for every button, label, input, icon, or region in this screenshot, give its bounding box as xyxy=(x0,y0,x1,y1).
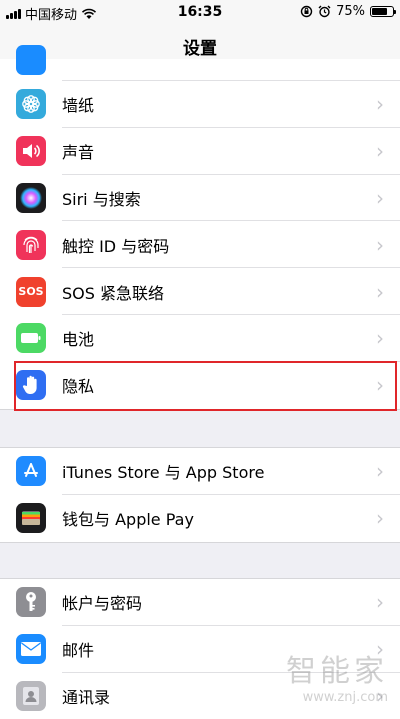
partial-row-icon xyxy=(16,45,46,75)
chevron-right-icon: › xyxy=(376,232,384,257)
status-right: 75% xyxy=(300,4,396,19)
settings-row-wallet[interactable]: 钱包与 Apple Pay › xyxy=(0,495,400,542)
hand-icon xyxy=(16,370,46,401)
settings-row-battery[interactable]: 电池 › xyxy=(0,315,400,362)
settings-row-label: 触控 ID 与密码 xyxy=(62,236,170,256)
settings-row-mail[interactable]: 邮件 › xyxy=(0,626,400,673)
settings-row-privacy[interactable]: 隐私 › xyxy=(0,362,400,409)
settings-row-sos[interactable]: SOS SOS 紧急联络 › xyxy=(0,268,400,315)
settings-group-personal: 墙纸 › 声音 › Siri 与搜索 › 触控 ID 与密码 › SOS SOS… xyxy=(0,45,400,410)
settings-row-accounts-passwords[interactable]: 帐户与密码 › xyxy=(0,579,400,626)
settings-group-accounts: 帐户与密码 › 邮件 › 通讯录 › xyxy=(0,578,400,719)
settings-row-siri[interactable]: Siri 与搜索 › xyxy=(0,175,400,222)
key-icon xyxy=(16,587,46,618)
chevron-right-icon: › xyxy=(376,92,384,117)
orientation-lock-icon xyxy=(300,5,313,18)
settings-row-label: 隐私 xyxy=(62,377,95,397)
chevron-right-icon: › xyxy=(376,637,384,662)
chevron-right-icon: › xyxy=(376,279,384,304)
contacts-icon xyxy=(16,680,46,711)
battery-icon xyxy=(370,6,396,17)
battery-percent: 75% xyxy=(336,4,365,19)
chevron-right-icon: › xyxy=(376,326,384,351)
battery-setting-icon xyxy=(16,323,46,354)
settings-row-sounds[interactable]: 声音 › xyxy=(0,128,400,175)
chevron-right-icon: › xyxy=(376,185,384,210)
chevron-right-icon: › xyxy=(376,683,384,708)
settings-row-contacts[interactable]: 通讯录 › xyxy=(0,673,400,719)
wallet-icon xyxy=(16,503,46,534)
settings-row-label: 通讯录 xyxy=(62,687,111,707)
status-bar: 中国移动 16:35 75% xyxy=(0,0,400,24)
settings-row-label: 声音 xyxy=(62,143,95,163)
chevron-right-icon: › xyxy=(376,139,384,164)
fingerprint-icon xyxy=(16,229,46,260)
speaker-icon xyxy=(16,136,46,167)
wallpaper-icon xyxy=(16,89,46,120)
sos-icon: SOS xyxy=(16,276,46,307)
settings-row-wallpaper[interactable]: 墙纸 › xyxy=(0,81,400,128)
settings-group-stores: iTunes Store 与 App Store › 钱包与 Apple Pay… xyxy=(0,447,400,543)
mail-icon xyxy=(16,634,46,665)
settings-row-label: 电池 xyxy=(62,330,95,350)
chevron-right-icon: › xyxy=(376,373,384,398)
sos-icon-text: SOS xyxy=(18,285,44,299)
chevron-right-icon: › xyxy=(376,506,384,531)
settings-row-partial[interactable] xyxy=(0,45,400,81)
settings-row-label: 邮件 xyxy=(62,641,95,661)
chevron-right-icon: › xyxy=(376,590,384,615)
settings-row-label: Siri 与搜索 xyxy=(62,189,141,209)
settings-row-label: 钱包与 Apple Pay xyxy=(62,510,194,530)
settings-row-touch-id[interactable]: 触控 ID 与密码 › xyxy=(0,221,400,269)
settings-row-label: iTunes Store 与 App Store xyxy=(62,463,265,483)
alarm-icon xyxy=(318,5,331,18)
siri-icon xyxy=(16,182,46,213)
chevron-right-icon: › xyxy=(376,459,384,484)
settings-row-label: SOS 紧急联络 xyxy=(62,283,164,303)
page-title: 设置 xyxy=(183,38,217,59)
settings-row-label: 帐户与密码 xyxy=(62,594,143,614)
settings-row-label: 墙纸 xyxy=(62,96,95,116)
settings-row-itunes-app-store[interactable]: iTunes Store 与 App Store › xyxy=(0,448,400,495)
app-store-icon xyxy=(16,456,46,487)
